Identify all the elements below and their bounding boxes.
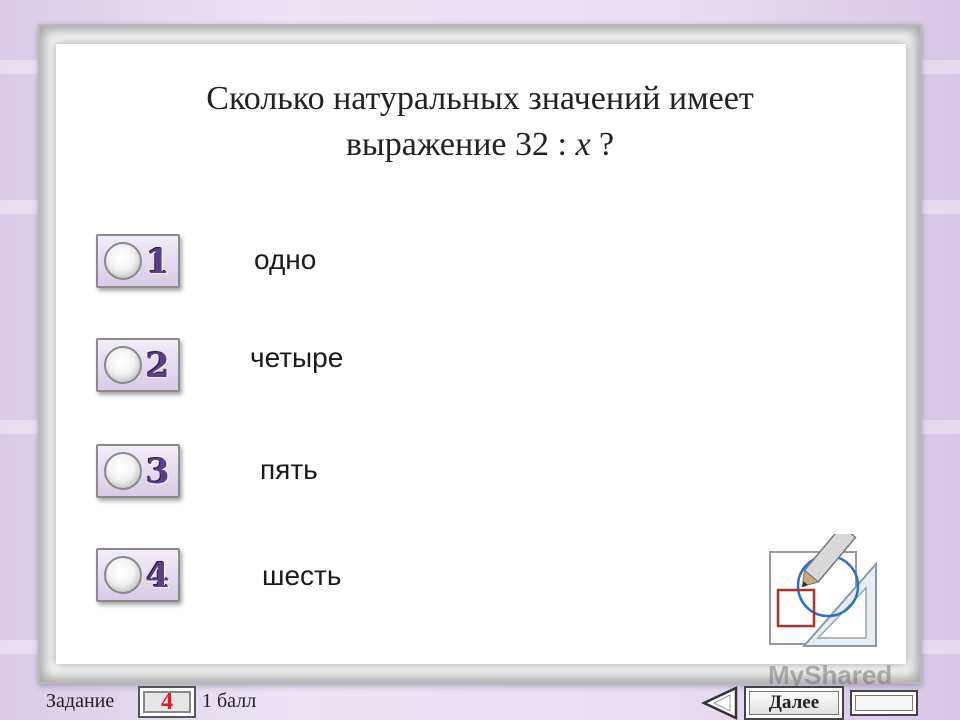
question-text-line2: выражение 32 : x ?: [0, 124, 960, 166]
question-suffix: ?: [590, 126, 615, 163]
option-number: 1: [146, 242, 170, 282]
radio-button-icon[interactable]: [104, 452, 142, 490]
question-text-line1: Сколько натуральных значений имеет: [206, 80, 754, 117]
option-button-2[interactable]: 2: [96, 338, 180, 392]
task-number-box: 4: [138, 686, 196, 718]
option-button-1[interactable]: 1: [96, 234, 180, 288]
option-text-1: одно: [254, 244, 317, 275]
back-arrow-icon[interactable]: [700, 686, 740, 720]
radio-button-icon[interactable]: [104, 556, 142, 594]
option-number: 4: [146, 556, 170, 596]
question-variable: x: [575, 126, 591, 163]
task-label: Задание: [46, 690, 115, 712]
option-button-3[interactable]: 3: [96, 444, 180, 498]
option-text-4: шесть: [262, 560, 342, 591]
question-prefix: выражение 32 :: [345, 126, 576, 163]
radio-button-icon[interactable]: [104, 346, 142, 384]
option-number: 2: [146, 346, 170, 386]
score-label: 1 балл: [202, 690, 257, 712]
radio-button-icon[interactable]: [104, 242, 142, 280]
blank-button[interactable]: [850, 690, 918, 716]
option-button-4[interactable]: 4: [96, 548, 180, 602]
next-button[interactable]: Далее: [744, 686, 844, 720]
option-text-2: четыре: [250, 342, 344, 373]
geometry-pencil-icon: [769, 534, 877, 647]
option-number: 3: [146, 452, 170, 492]
option-text-3: пять: [260, 454, 318, 485]
